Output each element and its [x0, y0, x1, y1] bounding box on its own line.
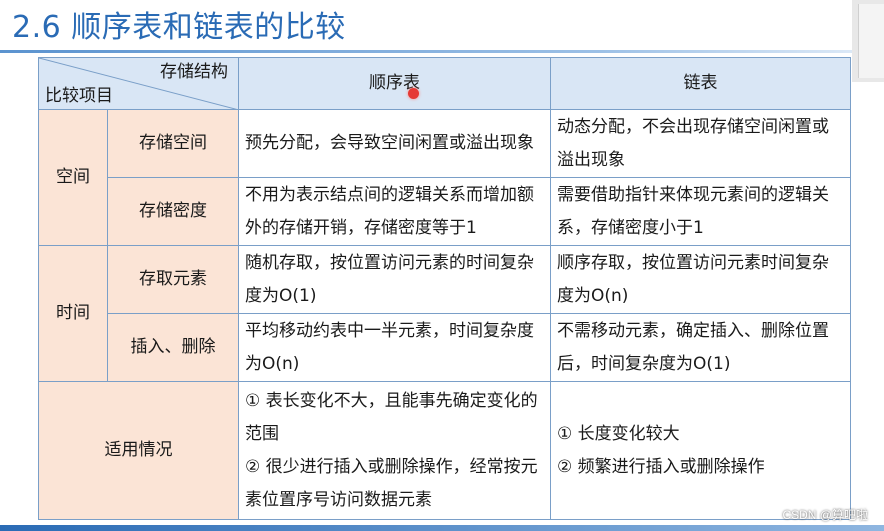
- header-comparison-item: 比较项目: [45, 86, 113, 106]
- table-row: 存储密度 不用为表示结点间的逻辑关系而增加额外的存储开销，存储密度等于1 需要借…: [39, 177, 851, 246]
- header-sequential-list: 顺序表: [238, 57, 551, 110]
- header-storage-structure: 存储结构: [160, 62, 228, 82]
- watermark: CSDN @算吧啦: [782, 508, 868, 522]
- video-thumbnail: [858, 4, 884, 78]
- cell-seq-storage-density: 不用为表示结点间的逻辑关系而增加额外的存储开销，存储密度等于1: [238, 177, 551, 246]
- cell-link-insert-delete: 不需移动元素，确定插入、删除位置后，时间复杂度为O(1): [550, 313, 851, 382]
- table-header-row: 存储结构 比较项目 顺序表 链表: [38, 57, 851, 110]
- link-usage-2: ② 频繁进行插入或删除操作: [557, 456, 765, 477]
- cell-link-storage-density: 需要借助指针来体现元素间的逻辑关系，存储密度小于1: [550, 177, 851, 246]
- item-element-access: 存取元素: [107, 245, 239, 314]
- table-row: 插入、删除 平均移动约表中一半元素，时间复杂度为O(n) 不需移动元素，确定插入…: [39, 313, 851, 382]
- seq-usage-1: ① 表长变化不大，且能事先确定变化的范围: [245, 390, 538, 444]
- item-storage-space: 存储空间: [107, 109, 239, 178]
- item-storage-density: 存储密度: [107, 177, 239, 246]
- cell-seq-element-access: 随机存取，按位置访问元素的时间复杂度为O(1): [238, 245, 551, 314]
- cell-link-usage: ① 长度变化较大 ② 频繁进行插入或删除操作: [550, 381, 851, 520]
- diagonal-header-cell: 存储结构 比较项目: [38, 57, 239, 110]
- group-time: 时间: [38, 245, 108, 382]
- header-linked-list: 链表: [550, 57, 851, 110]
- title-underline: [0, 50, 852, 53]
- laser-pointer-dot: [408, 88, 419, 99]
- group-space: 空间: [38, 109, 108, 246]
- item-insert-delete: 插入、删除: [107, 313, 239, 382]
- bottom-accent-bar: [0, 525, 884, 531]
- cell-seq-usage: ① 表长变化不大，且能事先确定变化的范围 ② 很少进行插入或删除操作，经常按元素…: [238, 381, 551, 520]
- table-row: 空间 存储空间 预先分配，会导致空间闲置或溢出现象 动态分配，不会出现存储空间闲…: [38, 109, 851, 246]
- link-usage-1: ① 长度变化较大: [557, 423, 680, 444]
- cell-link-storage-space: 动态分配，不会出现存储空间闲置或溢出现象: [550, 109, 851, 178]
- cell-seq-storage-space: 预先分配，会导致空间闲置或溢出现象: [238, 109, 551, 178]
- group-usage: 适用情况: [38, 381, 239, 520]
- cell-link-element-access: 顺序存取，按位置访问元素时间复杂度为O(n): [550, 245, 851, 314]
- table-row: 时间 存取元素 随机存取，按位置访问元素的时间复杂度为O(1) 顺序存取，按位置…: [38, 245, 851, 382]
- table-row: 适用情况 ① 表长变化不大，且能事先确定变化的范围 ② 很少进行插入或删除操作，…: [38, 381, 851, 520]
- seq-usage-2: ② 很少进行插入或删除操作，经常按元素位置序号访问数据元素: [245, 456, 538, 510]
- page-title: 2.6 顺序表和链表的比较: [12, 10, 346, 45]
- cell-seq-insert-delete: 平均移动约表中一半元素，时间复杂度为O(n): [238, 313, 551, 382]
- comparison-table: 存储结构 比较项目 顺序表 链表 空间 存储空间 预先分配，会导致空间闲置或溢出…: [38, 57, 851, 520]
